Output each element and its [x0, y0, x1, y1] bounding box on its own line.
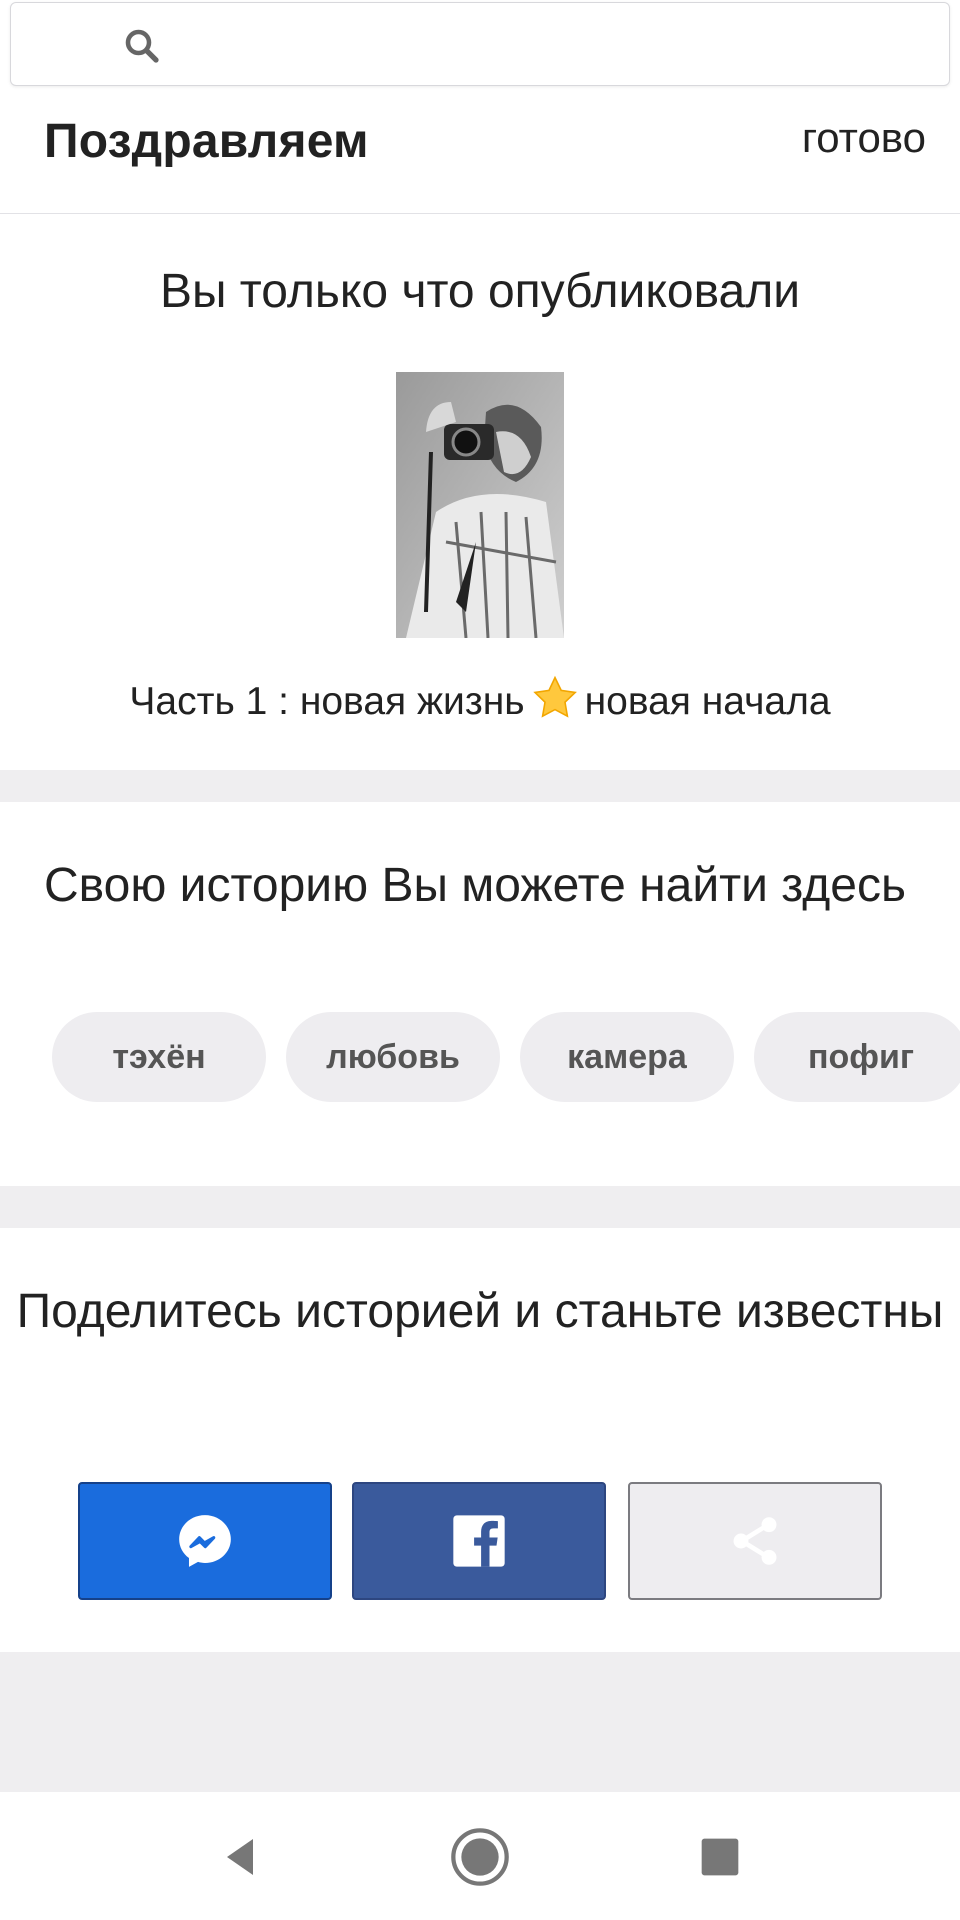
back-button[interactable]: [206, 1822, 276, 1892]
share-heading: Поделитесь историей и станьте известны: [16, 1285, 944, 1338]
tag-chip[interactable]: пофиг: [754, 1012, 960, 1102]
home-button[interactable]: [445, 1822, 515, 1892]
share-icon: [733, 1517, 777, 1565]
search-area: [0, 0, 960, 92]
story-cover-image[interactable]: [396, 372, 564, 638]
messenger-share-button[interactable]: [78, 1482, 332, 1600]
recent-apps-icon: [701, 1838, 739, 1876]
tag-chip[interactable]: камера: [520, 1012, 734, 1102]
page-title: Поздравляем: [44, 115, 369, 168]
tag-chip[interactable]: тэхён: [52, 1012, 266, 1102]
star-icon: [532, 675, 577, 718]
tags-card: Свою историю Вы можете найти здесь тэхён…: [0, 802, 960, 1186]
cover-photo: [396, 372, 564, 638]
back-icon: [227, 1839, 253, 1875]
facebook-icon: [453, 1515, 505, 1567]
story-part-suffix: новая начала: [584, 680, 831, 723]
done-button[interactable]: готово: [802, 114, 926, 162]
find-story-heading: Свою историю Вы можете найти здесь: [44, 859, 906, 912]
published-heading: Вы только что опубликовали: [159, 265, 801, 318]
messenger-icon: [179, 1515, 231, 1567]
share-card: Поделитесь историей и станьте известны: [0, 1228, 960, 1652]
search-input[interactable]: [181, 21, 921, 69]
recent-apps-button[interactable]: [685, 1822, 755, 1892]
more-share-button[interactable]: [628, 1482, 882, 1600]
tag-chip[interactable]: любовь: [286, 1012, 500, 1102]
story-part-prefix: Часть 1 : новая жизнь: [129, 680, 525, 723]
app-screen: Поздравляем готово Вы только что опублик…: [0, 0, 960, 1920]
story-part-title: Часть 1 : новая жизнь новая начала: [0, 674, 960, 724]
facebook-share-button[interactable]: [352, 1482, 606, 1600]
header-bar: Поздравляем готово: [0, 92, 960, 214]
system-navigation-bar: [0, 1792, 960, 1920]
search-icon: [125, 29, 159, 63]
published-card: Вы только что опубликовали Часть 1: нов…: [0, 214, 960, 770]
home-icon: [451, 1828, 509, 1886]
search-bar[interactable]: [10, 2, 950, 86]
tag-list: тэхён любовь камера пофиг: [52, 1012, 960, 1104]
